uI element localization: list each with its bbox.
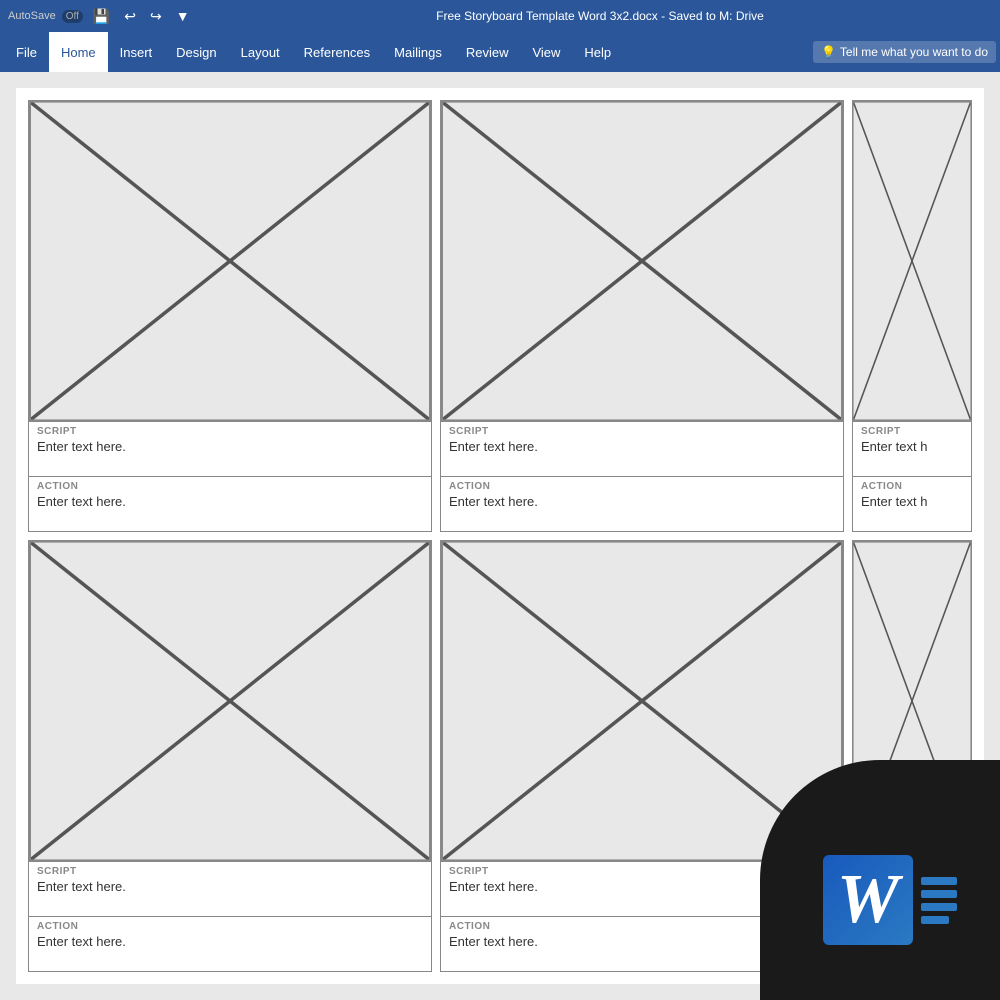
tab-layout[interactable]: Layout <box>229 32 292 72</box>
image-placeholder-2-1 <box>29 541 431 861</box>
tab-file[interactable]: File <box>4 32 49 72</box>
script-text-2-1[interactable]: Enter text here. <box>37 879 423 894</box>
word-logo-overlay: W <box>760 760 1000 1000</box>
undo-icon[interactable]: ↩ <box>120 6 140 27</box>
script-label-1-1: SCRIPT <box>37 426 423 437</box>
word-logo-inner: W <box>823 855 957 945</box>
storyboard-cell-1-3: SCRIPT Enter text h ACTION Enter text h <box>852 100 972 532</box>
autosave-state: Off <box>66 11 79 22</box>
script-section-1-3[interactable]: SCRIPT Enter text h <box>853 421 971 476</box>
tab-insert[interactable]: Insert <box>108 32 165 72</box>
script-text-1-2[interactable]: Enter text here. <box>449 439 835 454</box>
action-text-2-1[interactable]: Enter text here. <box>37 934 423 949</box>
autosave-toggle[interactable]: Off <box>62 10 83 23</box>
tab-mailings[interactable]: Mailings <box>382 32 454 72</box>
tab-help[interactable]: Help <box>572 32 623 72</box>
script-text-1-3[interactable]: Enter text h <box>861 439 963 454</box>
action-section-1-2[interactable]: ACTION Enter text here. <box>441 476 843 531</box>
word-logo: W <box>823 855 957 945</box>
action-label-2-1: ACTION <box>37 921 423 932</box>
action-text-1-2[interactable]: Enter text here. <box>449 494 835 509</box>
script-section-2-1[interactable]: SCRIPT Enter text here. <box>29 861 431 916</box>
script-text-1-1[interactable]: Enter text here. <box>37 439 423 454</box>
tab-references[interactable]: References <box>292 32 382 72</box>
script-section-1-2[interactable]: SCRIPT Enter text here. <box>441 421 843 476</box>
customize-icon[interactable]: ▼ <box>172 6 194 26</box>
storyboard-cell-1-2: SCRIPT Enter text here. ACTION Enter tex… <box>440 100 844 532</box>
action-text-1-1[interactable]: Enter text here. <box>37 494 423 509</box>
tab-view[interactable]: View <box>520 32 572 72</box>
image-placeholder-1-2 <box>441 101 843 421</box>
title-bar-left: AutoSave Off 💾 ↩ ↪ ▼ <box>8 6 208 27</box>
script-label-1-3: SCRIPT <box>861 426 963 437</box>
action-section-1-3[interactable]: ACTION Enter text h <box>853 476 971 531</box>
image-placeholder-1-3 <box>853 101 971 421</box>
tab-home[interactable]: Home <box>49 32 108 72</box>
storyboard-cell-1-1: SCRIPT Enter text here. ACTION Enter tex… <box>28 100 432 532</box>
ribbon: File Home Insert Design Layout Reference… <box>0 32 1000 72</box>
tab-review[interactable]: Review <box>454 32 521 72</box>
action-section-1-1[interactable]: ACTION Enter text here. <box>29 476 431 531</box>
action-label-1-3: ACTION <box>861 481 963 492</box>
image-placeholder-1-1 <box>29 101 431 421</box>
autosave-label: AutoSave <box>8 10 56 22</box>
tell-me-search[interactable]: 💡 Tell me what you want to do <box>813 41 996 63</box>
word-line-3 <box>921 903 957 911</box>
action-label-1-2: ACTION <box>449 481 835 492</box>
tab-design[interactable]: Design <box>164 32 228 72</box>
document-area: SCRIPT Enter text here. ACTION Enter tex… <box>0 72 1000 1000</box>
word-w-container: W <box>823 855 913 945</box>
action-section-2-1[interactable]: ACTION Enter text here. <box>29 916 431 971</box>
action-text-1-3[interactable]: Enter text h <box>861 494 963 509</box>
word-line-4 <box>921 916 949 924</box>
tell-me-placeholder: Tell me what you want to do <box>840 45 988 59</box>
script-label-1-2: SCRIPT <box>449 426 835 437</box>
document-title: Free Storyboard Template Word 3x2.docx -… <box>208 9 992 23</box>
storyboard-cell-2-1: SCRIPT Enter text here. ACTION Enter tex… <box>28 540 432 972</box>
word-line-1 <box>921 877 957 885</box>
save-icon[interactable]: 💾 <box>89 6 114 27</box>
action-label-1-1: ACTION <box>37 481 423 492</box>
title-bar: AutoSave Off 💾 ↩ ↪ ▼ Free Storyboard Tem… <box>0 0 1000 32</box>
script-label-2-1: SCRIPT <box>37 866 423 877</box>
word-w-letter: W <box>837 865 899 935</box>
redo-icon[interactable]: ↪ <box>146 6 166 27</box>
script-section-1-1[interactable]: SCRIPT Enter text here. <box>29 421 431 476</box>
word-line-2 <box>921 890 957 898</box>
lightbulb-icon: 💡 <box>821 45 836 59</box>
word-lines <box>921 877 957 924</box>
